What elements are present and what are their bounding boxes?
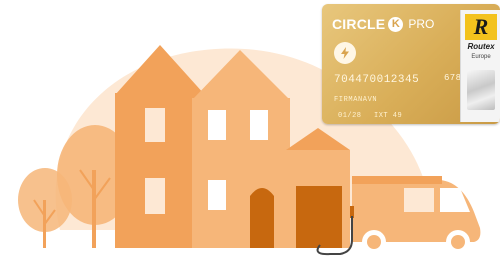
card-tier: PRO: [408, 17, 435, 31]
card-expiry: 01/28: [338, 112, 362, 120]
partner-name: Routex: [467, 42, 495, 51]
partner-logo: R: [465, 14, 497, 40]
card-number: 704470012345: [334, 74, 420, 86]
delivery-van: [350, 176, 481, 254]
partner-region: Europe: [471, 54, 491, 60]
partner-panel: R Routex Europe: [460, 10, 500, 122]
card-code: IXT 49: [374, 112, 403, 120]
card-brand: CIRCLE K PRO: [332, 16, 434, 32]
lightning-bolt-icon: [334, 42, 356, 64]
brand-name: CIRCLE: [332, 16, 386, 32]
card-holder: FIRMANAVN: [334, 96, 378, 104]
fuel-card: CIRCLE K PRO 704470012345 678901 FIRMANA…: [322, 4, 500, 124]
hologram: [467, 70, 495, 110]
hero-scene: CIRCLE K PRO 704470012345 678901 FIRMANA…: [0, 0, 500, 257]
brand-k-logo: K: [388, 16, 404, 32]
